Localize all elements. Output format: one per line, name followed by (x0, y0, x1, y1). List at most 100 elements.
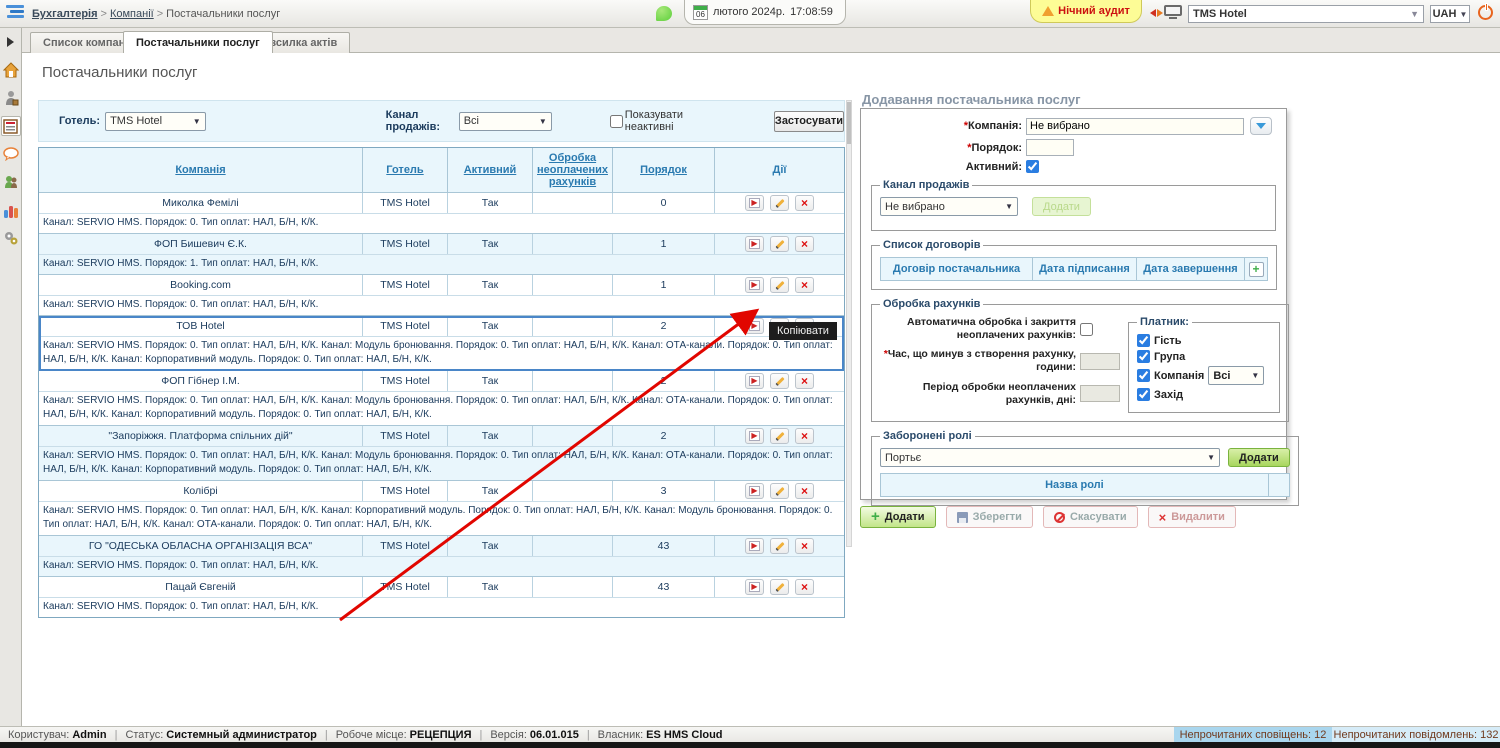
breadcrumb-companies[interactable]: Компанії (110, 8, 154, 20)
delete-button[interactable]: × (795, 579, 814, 595)
form-save-button[interactable]: Зберегти (946, 506, 1033, 528)
show-inactive-checkbox[interactable] (610, 115, 623, 128)
payer-company-select[interactable]: Всі▼ (1208, 366, 1264, 385)
date-time-widget[interactable]: 06 лютого 2024р. 17:08:59 (684, 0, 846, 25)
company-field[interactable] (1026, 118, 1244, 135)
payer-guest-checkbox[interactable] (1137, 334, 1150, 347)
breadcrumb-accounting[interactable]: Бухгалтерія (32, 8, 98, 20)
unread-messages-badge[interactable]: Непрочитаних повідомлень: 132 (1332, 727, 1500, 742)
table-row[interactable]: ФОП Бишевич Є.К. TMS Hotel Так 1 ▶ × (39, 234, 844, 254)
copy-button[interactable]: ▶ (745, 195, 764, 211)
active-checkbox[interactable] (1026, 160, 1039, 173)
header-contract[interactable]: Договір постачальника (881, 258, 1033, 280)
delete-button[interactable]: × (795, 236, 814, 252)
tab-service-suppliers[interactable]: Постачальники послуг (123, 31, 273, 53)
elapsed-time-field[interactable] (1080, 353, 1120, 370)
header-role-name[interactable]: Назва ролі (881, 474, 1269, 496)
hotel-filter-select[interactable]: TMS Hotel ▼ (105, 112, 206, 131)
edit-button[interactable] (770, 538, 789, 554)
delete-button[interactable]: × (795, 195, 814, 211)
supplier-row-group: Колібрі TMS Hotel Так 3 ▶ × Канал: SERVI… (39, 481, 844, 536)
edit-button[interactable] (770, 373, 789, 389)
payer-group-checkbox[interactable] (1137, 350, 1150, 363)
workstation-icon[interactable] (1164, 5, 1182, 20)
edit-button[interactable] (770, 277, 789, 293)
copy-button[interactable]: ▶ (745, 538, 764, 554)
channel-filter-select[interactable]: Всі ▼ (459, 112, 552, 131)
copy-button[interactable]: ▶ (745, 483, 764, 499)
add-contract-button[interactable]: + (1245, 258, 1267, 280)
cell-order: 0 (613, 193, 715, 213)
sidebar-item-home[interactable] (1, 60, 21, 80)
vertical-scrollbar[interactable] (846, 100, 852, 547)
edit-button[interactable] (770, 195, 789, 211)
delete-button[interactable]: × (795, 483, 814, 499)
table-row[interactable]: ФОП Гібнер І.М. TMS Hotel Так 2 ▶ × (39, 371, 844, 391)
delete-button[interactable]: × (795, 373, 814, 389)
form-add-button[interactable]: +Додати (860, 506, 936, 528)
sidebar-item-settings[interactable] (1, 228, 21, 248)
sidebar-item-accounting[interactable] (1, 116, 21, 136)
copy-button[interactable]: ▶ (745, 236, 764, 252)
processing-period-field[interactable] (1080, 385, 1120, 402)
sidebar-item-users[interactable] (1, 172, 21, 192)
form-delete-button[interactable]: ×Видалити (1148, 506, 1236, 528)
copy-button[interactable]: ▶ (745, 277, 764, 293)
supplier-row-group: Пацай Євгеній TMS Hotel Так 43 ▶ × Канал… (39, 577, 844, 617)
copy-button[interactable]: ▶ (745, 318, 764, 334)
copy-icon: ▶ (749, 431, 759, 441)
supplier-row-group: Миколка Фемілі TMS Hotel Так 0 ▶ × Канал… (39, 193, 844, 234)
header-order[interactable]: Порядок (613, 148, 715, 192)
copy-icon: ▶ (749, 198, 759, 208)
copy-button[interactable]: ▶ (745, 373, 764, 389)
night-audit-button[interactable]: Нічний аудит (1030, 0, 1142, 23)
currency-select[interactable]: UAH ▼ (1430, 5, 1470, 23)
edit-button[interactable] (770, 579, 789, 595)
unread-notifications-badge[interactable]: Непрочитаних сповіщень: 12 (1174, 727, 1332, 742)
sidebar-item-guests[interactable] (1, 88, 21, 108)
payer-company-checkbox[interactable] (1137, 369, 1150, 382)
table-row[interactable]: ТОВ Hotel TMS Hotel Так 2 ▶ × (39, 316, 844, 336)
pencil-icon (775, 486, 784, 495)
header-sign-date[interactable]: Дата підписання (1033, 258, 1137, 280)
table-row[interactable]: Пацай Євгеній TMS Hotel Так 43 ▶ × (39, 577, 844, 597)
table-row[interactable]: Booking.com TMS Hotel Так 1 ▶ × (39, 275, 844, 295)
header-unpaid-processing[interactable]: Обробка неоплачених рахунків (533, 148, 613, 192)
copy-button[interactable]: ▶ (745, 579, 764, 595)
add-role-button[interactable]: Додати (1228, 448, 1290, 467)
edit-button[interactable] (770, 236, 789, 252)
sidebar-item-reports[interactable] (1, 200, 21, 220)
swap-arrows-icon[interactable] (1150, 9, 1163, 17)
status-workplace: Робоче місце:РЕЦЕПЦИЯ (336, 729, 472, 741)
chat-status-icon[interactable] (656, 6, 672, 21)
row-channels-detail: Канал: SERVIO HMS. Порядок: 0. Тип оплат… (39, 446, 844, 480)
delete-button[interactable]: × (795, 538, 814, 554)
sidebar-item-chat[interactable] (1, 144, 21, 164)
add-channel-button[interactable]: Додати (1032, 197, 1091, 216)
sidebar-expand-button[interactable] (1, 32, 21, 52)
order-field[interactable] (1026, 139, 1074, 156)
form-cancel-button[interactable]: Скасувати (1043, 506, 1138, 528)
edit-button[interactable] (770, 428, 789, 444)
header-end-date[interactable]: Дата завершення (1137, 258, 1245, 280)
header-company[interactable]: Компанія (39, 148, 363, 192)
apply-button[interactable]: Застосувати (774, 111, 844, 132)
company-lookup-button[interactable] (1250, 117, 1272, 135)
role-select[interactable]: Портьє ▼ (880, 448, 1220, 467)
delete-button[interactable]: × (795, 428, 814, 444)
sales-channel-select[interactable]: Не вибрано ▼ (880, 197, 1018, 216)
table-row[interactable]: "Запоріжжя. Платформа спільних дій" TMS … (39, 426, 844, 446)
table-row[interactable]: Колібрі TMS Hotel Так 3 ▶ × (39, 481, 844, 501)
payer-event-checkbox[interactable] (1137, 388, 1150, 401)
app-logo-icon[interactable] (6, 5, 26, 22)
logout-power-button[interactable] (1478, 5, 1495, 22)
edit-button[interactable] (770, 483, 789, 499)
header-active[interactable]: Активний (448, 148, 533, 192)
table-row[interactable]: Миколка Фемілі TMS Hotel Так 0 ▶ × (39, 193, 844, 213)
table-row[interactable]: ГО "ОДЕСЬКА ОБЛАСНА ОРГАНІЗАЦІЯ ВСА" TMS… (39, 536, 844, 556)
delete-button[interactable]: × (795, 277, 814, 293)
auto-processing-checkbox[interactable] (1080, 323, 1093, 336)
hotel-context-select[interactable]: TMS Hotel ▼ (1188, 5, 1424, 23)
header-hotel[interactable]: Готель (363, 148, 448, 192)
copy-button[interactable]: ▶ (745, 428, 764, 444)
